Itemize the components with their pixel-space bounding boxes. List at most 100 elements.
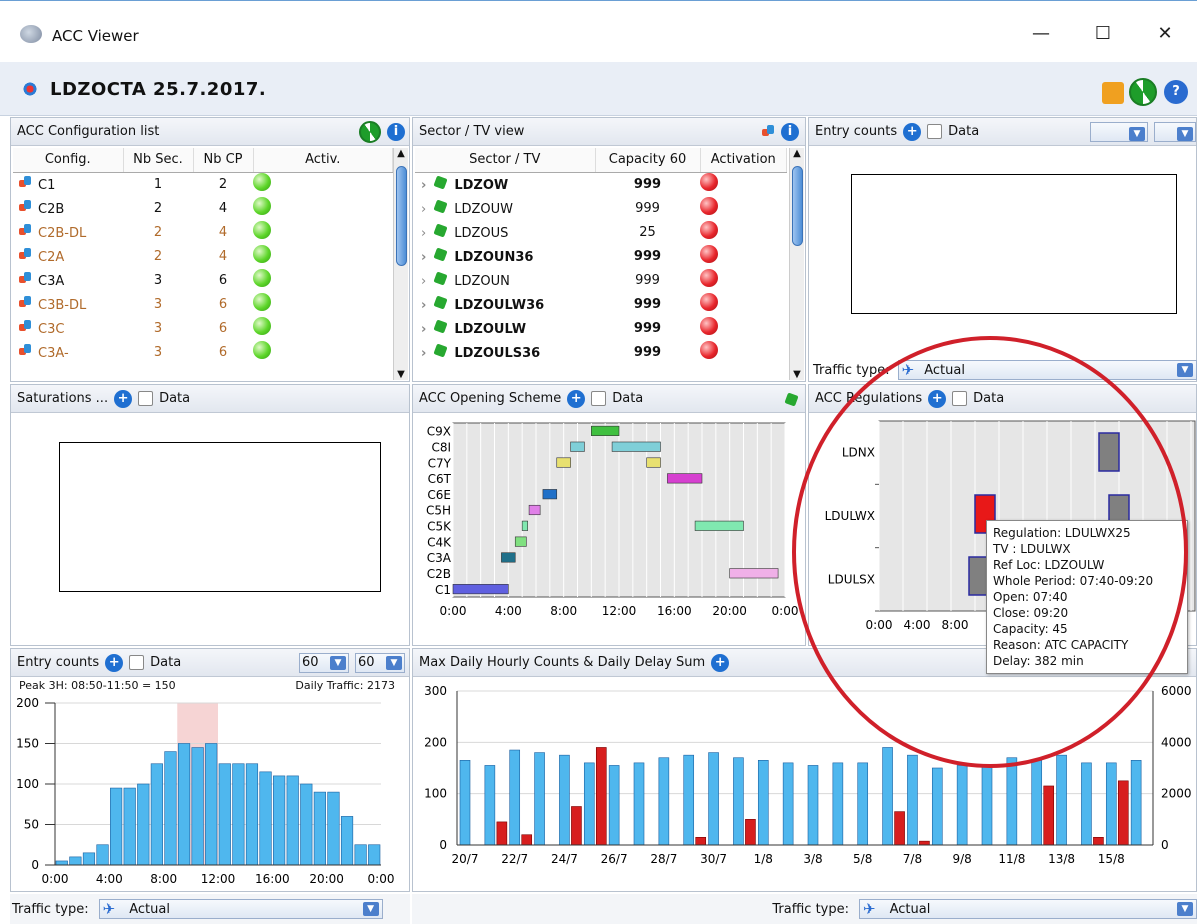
activation-led[interactable] [700, 341, 718, 359]
table-row[interactable]: › LDZOUS 25 [415, 220, 787, 244]
activation-led[interactable] [700, 221, 718, 239]
refresh-icon[interactable] [1129, 78, 1157, 106]
table-row[interactable]: C2A 2 4 [13, 244, 393, 268]
activ-cell[interactable] [253, 316, 393, 340]
activation-cell[interactable] [700, 316, 787, 340]
col-nb-cp[interactable]: Nb CP [193, 148, 254, 173]
activation-led[interactable] [700, 245, 718, 263]
activation-led[interactable] [253, 221, 271, 239]
hourly-count-bar [708, 752, 719, 846]
expand-arrow-icon[interactable]: › [421, 202, 426, 217]
refresh-icon[interactable] [359, 120, 381, 143]
sector-config-icon[interactable] [762, 125, 775, 138]
data-checkbox[interactable] [129, 655, 145, 670]
table-row[interactable]: › LDZOULS36 999 [415, 340, 787, 364]
entry-dropdown-1[interactable]: ▼ [1090, 121, 1148, 142]
activation-led[interactable] [253, 173, 271, 192]
info-icon[interactable]: i [781, 122, 799, 141]
activation-cell[interactable] [700, 220, 787, 244]
sector-scrollbar[interactable]: ▲ ▼ [789, 148, 804, 380]
activ-cell[interactable] [253, 340, 393, 364]
minimize-button[interactable]: — [1026, 23, 1056, 44]
data-checkbox[interactable] [138, 391, 154, 406]
maximize-button[interactable]: ☐ [1088, 23, 1118, 44]
add-icon[interactable]: + [711, 653, 730, 672]
info-icon[interactable]: i [387, 122, 405, 141]
x-tick-label: 24/7 [551, 852, 578, 866]
add-icon[interactable]: + [105, 653, 124, 672]
activation-led[interactable] [700, 197, 718, 215]
activation-led[interactable] [700, 269, 718, 287]
col-capacity[interactable]: Capacity 60 [595, 148, 701, 173]
chevron-down-icon: ▼ [330, 655, 346, 670]
add-icon[interactable]: + [903, 122, 922, 141]
table-row[interactable]: › LDZOUN 999 [415, 268, 787, 292]
activation-led[interactable] [253, 269, 271, 287]
table-row[interactable]: C1 1 2 [13, 172, 393, 196]
traffic-type-select[interactable]: ✈ Actual ▼ [98, 899, 383, 919]
table-row[interactable]: › LDZOW 999 [415, 172, 787, 196]
expand-arrow-icon[interactable]: › [421, 274, 426, 289]
activation-led[interactable] [253, 341, 271, 359]
activation-led[interactable] [700, 293, 718, 311]
col-activation[interactable]: Activation [700, 148, 787, 173]
table-row[interactable]: › LDZOULW 999 [415, 316, 787, 340]
expand-arrow-icon[interactable]: › [421, 298, 426, 313]
x-tick-label: 20/7 [452, 852, 479, 866]
interval-dropdown-1[interactable]: 60 ▼ [299, 652, 349, 673]
col-nb-sec[interactable]: Nb Sec. [123, 148, 194, 173]
activation-led[interactable] [253, 197, 271, 215]
data-checkbox[interactable] [591, 391, 607, 406]
data-checkbox[interactable] [952, 391, 968, 406]
config-label: C6T [428, 472, 452, 486]
data-checkbox[interactable] [927, 124, 943, 139]
sector-icon [434, 175, 448, 189]
expand-arrow-icon[interactable]: › [421, 250, 426, 265]
expand-arrow-icon[interactable]: › [421, 178, 426, 193]
activ-cell[interactable] [253, 172, 393, 196]
table-row[interactable]: C2B 2 4 [13, 196, 393, 220]
activation-cell[interactable] [700, 196, 787, 220]
col-sector[interactable]: Sector / TV [415, 148, 596, 173]
activation-cell[interactable] [700, 340, 787, 364]
table-row[interactable]: › LDZOULW36 999 [415, 292, 787, 316]
traffic-type-select[interactable]: ✈ Actual ▼ [897, 360, 1197, 380]
activation-cell[interactable] [700, 292, 787, 316]
unlock-icon[interactable] [1102, 82, 1124, 104]
add-icon[interactable]: + [928, 389, 947, 408]
col-activ[interactable]: Activ. [253, 148, 393, 173]
expand-arrow-icon[interactable]: › [421, 226, 426, 241]
interval-dropdown-2[interactable]: 60 ▼ [355, 652, 405, 673]
expand-arrow-icon[interactable]: › [421, 346, 426, 361]
help-icon[interactable]: ? [1164, 80, 1188, 104]
table-row[interactable]: › LDZOUW 999 [415, 196, 787, 220]
config-label: C5H [426, 504, 451, 518]
expand-arrow-icon[interactable]: › [421, 322, 426, 337]
table-row[interactable]: › LDZOUN36 999 [415, 244, 787, 268]
table-row[interactable]: C3C 3 6 [13, 316, 393, 340]
activation-led[interactable] [700, 173, 718, 192]
activ-cell[interactable] [253, 268, 393, 292]
table-row[interactable]: C3A- 3 6 [13, 340, 393, 364]
close-button[interactable]: ✕ [1150, 23, 1180, 44]
table-row[interactable]: C2B-DL 2 4 [13, 220, 393, 244]
activ-cell[interactable] [253, 220, 393, 244]
entry-dropdown-2[interactable]: ▼ [1154, 121, 1196, 142]
activation-led[interactable] [253, 245, 271, 263]
activation-led[interactable] [253, 317, 271, 335]
traffic-type-select[interactable]: ✈ Actual ▼ [859, 899, 1197, 919]
table-row[interactable]: C3A 3 6 [13, 268, 393, 292]
col-config[interactable]: Config. [13, 148, 124, 173]
activation-led[interactable] [253, 293, 271, 311]
add-icon[interactable]: + [567, 389, 586, 408]
activ-cell[interactable] [253, 196, 393, 220]
config-scrollbar[interactable]: ▲ ▼ [393, 148, 408, 380]
activ-cell[interactable] [253, 292, 393, 316]
activation-cell[interactable] [700, 172, 787, 196]
activ-cell[interactable] [253, 244, 393, 268]
add-icon[interactable]: + [114, 389, 133, 408]
table-row[interactable]: C3B-DL 3 6 [13, 292, 393, 316]
activation-led[interactable] [700, 317, 718, 335]
activation-cell[interactable] [700, 244, 787, 268]
activation-cell[interactable] [700, 268, 787, 292]
